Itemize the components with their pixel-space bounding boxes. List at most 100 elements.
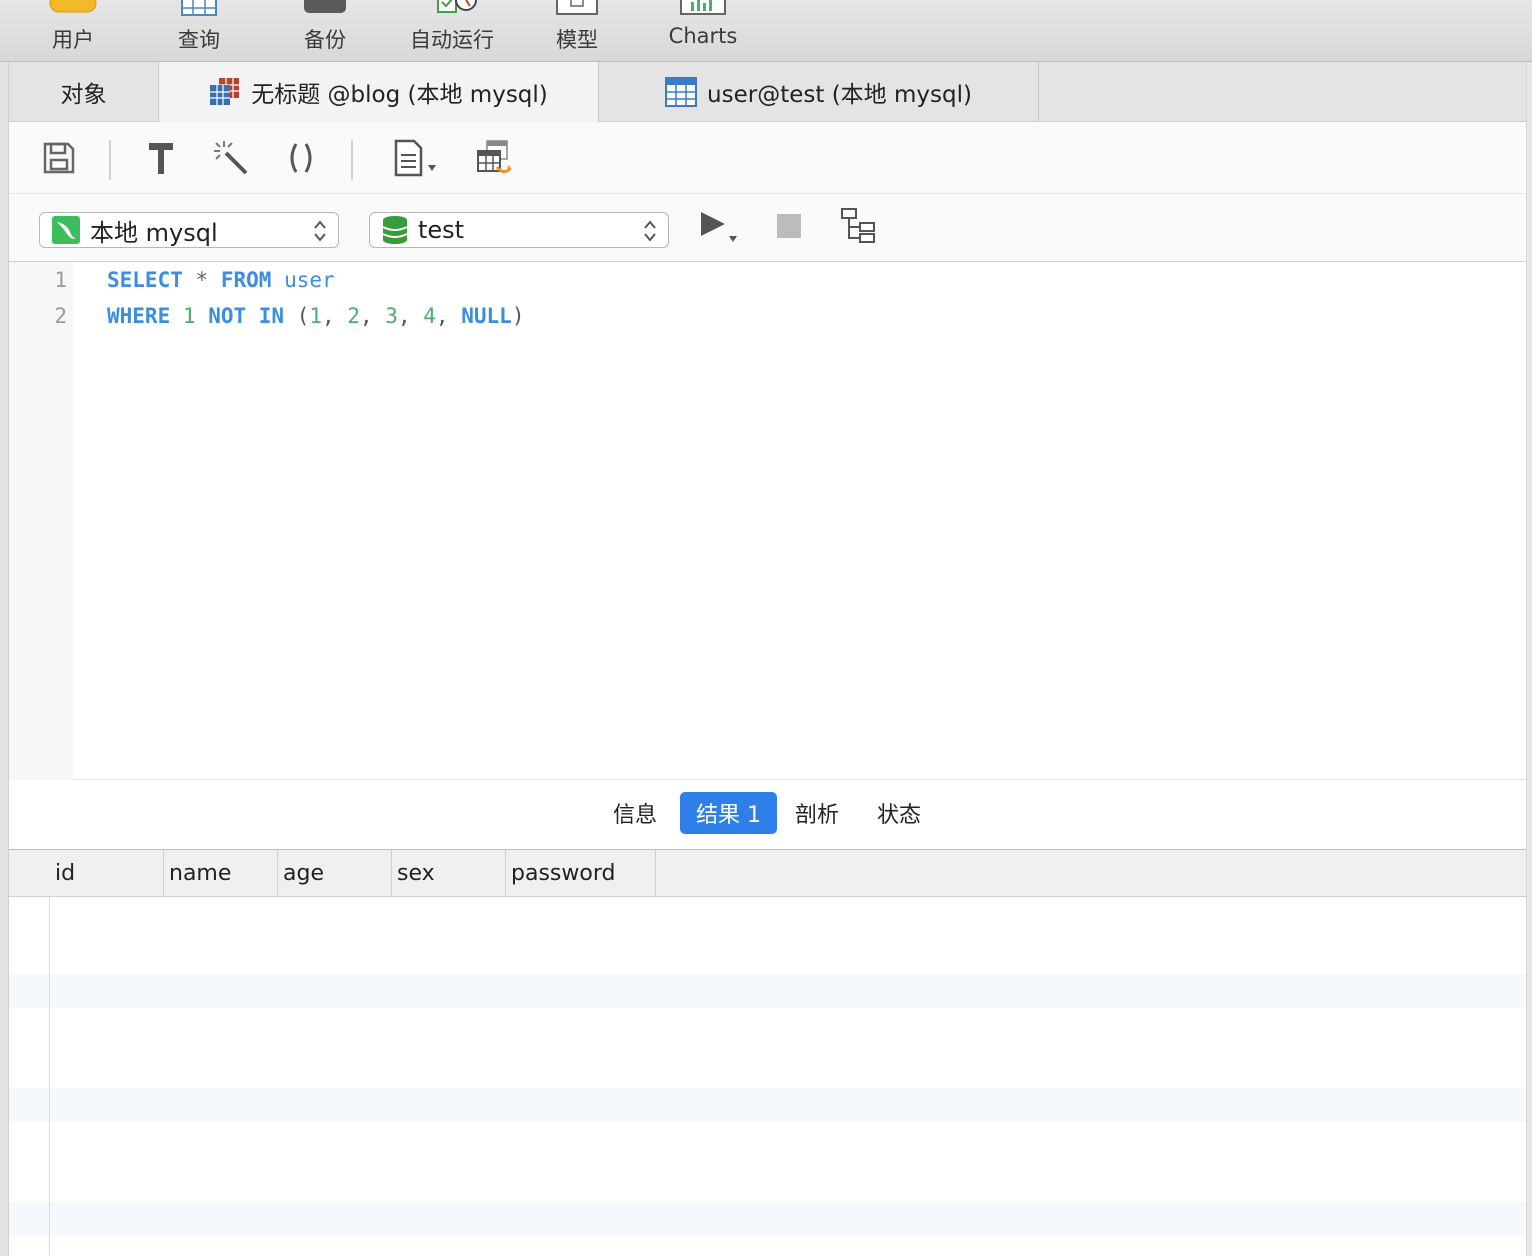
save-icon: [42, 141, 76, 179]
table-icon: [665, 77, 698, 107]
toolbar-backup-button[interactable]: 备份: [270, 0, 380, 62]
user-icon: [48, 0, 98, 18]
chevron-updown-icon: [642, 218, 658, 250]
sql-keyword: SELECT: [107, 268, 183, 292]
explain-tree-icon: [840, 207, 878, 249]
sql-table-name: user: [284, 268, 335, 292]
code-line[interactable]: SELECT * FROM user: [107, 268, 335, 292]
tab-profile[interactable]: 剖析: [779, 792, 855, 834]
tab-objects[interactable]: 对象: [9, 62, 159, 122]
code-snippet-button[interactable]: [281, 140, 321, 180]
document-icon: [390, 138, 448, 182]
connection-bar: 本地 mysql test: [9, 194, 1526, 262]
table-row: [9, 1088, 1526, 1122]
sql-keyword: FROM: [220, 268, 272, 292]
row-header-gutter: [9, 850, 50, 1256]
export-result-button[interactable]: [475, 140, 515, 180]
column-header-id[interactable]: id: [50, 850, 164, 897]
left-edge: [0, 62, 9, 1256]
table-row: [9, 1202, 1526, 1236]
toolbar-separator: [351, 140, 353, 180]
stop-icon: [776, 213, 802, 243]
toolbar-user-button[interactable]: 用户: [18, 0, 128, 62]
toolbar-query-label: 查询: [178, 28, 220, 52]
automation-icon: [422, 0, 482, 20]
sql-keyword: WHERE: [107, 304, 171, 328]
charts-icon: [679, 0, 727, 20]
table-row: [9, 897, 1526, 974]
result-grid[interactable]: id name age sex password: [9, 850, 1526, 1256]
sql-keyword: NULL: [461, 304, 512, 328]
column-header-name[interactable]: name: [164, 850, 278, 897]
backup-icon: [303, 0, 347, 18]
toolbar-query-button[interactable]: 查询: [144, 0, 254, 62]
connection-select[interactable]: 本地 mysql: [39, 212, 339, 248]
sql-comma: ,: [435, 304, 449, 328]
query-icon: [181, 0, 217, 20]
tab-result-1[interactable]: 结果 1: [680, 792, 777, 834]
toolbar-automation-label: 自动运行: [410, 28, 494, 52]
line-number-gutter: 1 2: [9, 262, 73, 780]
column-header-sex[interactable]: sex: [392, 850, 506, 897]
main-toolbar: 用户 查询 备份 自动运行 模型 Charts: [0, 0, 1532, 62]
sql-number: 3: [385, 304, 398, 328]
toolbar-model-label: 模型: [556, 28, 598, 52]
mysql-connection-icon: [52, 216, 80, 244]
table-row: [9, 974, 1526, 1008]
sql-keyword: NOT IN: [208, 304, 285, 328]
toolbar-separator: [109, 140, 111, 180]
sql-comma: ,: [322, 304, 335, 328]
chevron-updown-icon: [312, 218, 328, 250]
tab-info[interactable]: 信息: [597, 792, 673, 834]
sql-paren: (: [296, 304, 310, 328]
tab-user-table-label: user@test (本地 mysql): [707, 82, 972, 108]
play-icon: [697, 206, 743, 250]
right-scroll-edge: [1526, 62, 1532, 1256]
run-button[interactable]: [695, 208, 745, 248]
line-number: 1: [54, 268, 67, 292]
toolbar-backup-label: 备份: [304, 28, 346, 52]
sql-comma: ,: [397, 304, 411, 328]
save-button[interactable]: [39, 140, 79, 180]
database-select-value: test: [418, 216, 465, 244]
tab-status[interactable]: 状态: [861, 792, 937, 834]
toolbar-user-label: 用户: [52, 28, 94, 52]
sql-number: 4: [423, 304, 436, 328]
tab-objects-label: 对象: [60, 82, 107, 108]
tab-bar: 对象 无标题 @blog (本地 mysql) user@test (本地 my…: [9, 62, 1526, 122]
tab-user-table[interactable]: user@test (本地 mysql): [599, 62, 1039, 122]
sql-number: 1: [182, 304, 196, 328]
magic-wand-icon: [212, 139, 250, 181]
grid-header: id name age sex password: [9, 850, 1526, 897]
build-query-button[interactable]: [141, 140, 181, 180]
database-select[interactable]: test: [369, 212, 669, 248]
editor-toolbar: [9, 122, 1526, 194]
sql-comma: ,: [359, 304, 373, 328]
parentheses-icon: [284, 141, 318, 179]
tab-untitled-query-label: 无标题 @blog (本地 mysql): [251, 82, 548, 108]
table-export-icon: [475, 139, 515, 181]
line-number: 2: [54, 304, 67, 328]
toolbar-model-button[interactable]: 模型: [522, 0, 632, 62]
hammer-icon: [146, 140, 176, 180]
code-line[interactable]: WHERE 1 NOT IN (1, 2, 3, 4, NULL): [107, 304, 524, 328]
explain-button[interactable]: [839, 208, 879, 248]
column-header-age[interactable]: age: [278, 850, 392, 897]
result-tab-bar: 信息 结果 1 剖析 状态: [9, 780, 1526, 850]
beautify-sql-button[interactable]: [211, 140, 251, 180]
sql-paren: ): [511, 304, 525, 328]
sql-number: 1: [309, 304, 323, 328]
text-menu-button[interactable]: [389, 138, 449, 182]
toolbar-charts-button[interactable]: Charts: [648, 0, 758, 62]
connection-select-value: 本地 mysql: [90, 218, 218, 247]
sql-number: 2: [347, 304, 360, 328]
toolbar-automation-button[interactable]: 自动运行: [397, 0, 507, 62]
tab-untitled-query[interactable]: 无标题 @blog (本地 mysql): [159, 62, 599, 122]
toolbar-charts-label: Charts: [668, 24, 738, 48]
stop-button[interactable]: [769, 208, 809, 248]
database-icon: [382, 215, 408, 245]
column-header-password[interactable]: password: [506, 850, 656, 897]
model-icon: [555, 0, 599, 20]
sql-editor[interactable]: 1 2 SELECT * FROM user WHERE 1 NOT IN (1…: [9, 262, 1526, 780]
sql-operator: *: [195, 268, 209, 292]
